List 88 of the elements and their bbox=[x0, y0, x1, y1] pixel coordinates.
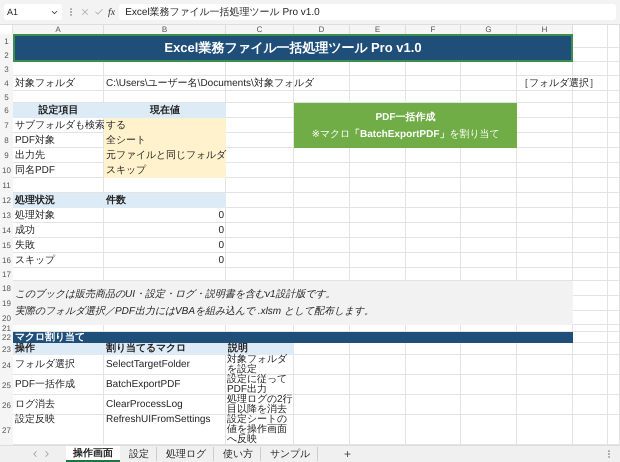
row-header[interactable]: 21 bbox=[0, 325, 13, 332]
folder-select-link[interactable]: ［フォルダ選択］ bbox=[517, 76, 608, 91]
table-cell-text: RefreshUIFromSettings bbox=[105, 415, 212, 427]
row-header[interactable]: 4 bbox=[0, 76, 13, 91]
add-sheet-button[interactable]: + bbox=[320, 447, 376, 461]
row-header[interactable]: 23 bbox=[0, 343, 13, 355]
row-header[interactable]: 1 bbox=[0, 34, 13, 48]
table-cell-text: 対象フォルダを設定 bbox=[226, 355, 288, 375]
table-cell: 処理ログの2行目以降を消去 bbox=[226, 395, 294, 415]
row-header[interactable]: 22 bbox=[0, 332, 13, 343]
row-header[interactable]: 26 bbox=[0, 395, 13, 415]
table-cell-text: 設定反映 bbox=[14, 415, 56, 427]
column-header[interactable]: H bbox=[517, 25, 573, 34]
header-cell: 割り当てるマクロ bbox=[104, 343, 226, 355]
row-header[interactable]: 27 bbox=[0, 415, 13, 445]
column-header[interactable]: B bbox=[104, 25, 226, 34]
table-cell-text: ClearProcessLog bbox=[105, 398, 184, 412]
row-header[interactable]: 5 bbox=[0, 91, 13, 103]
sheet-tab[interactable]: 設定 bbox=[122, 447, 157, 461]
table-cell[interactable]: する bbox=[104, 118, 226, 133]
row-header[interactable]: 13 bbox=[0, 208, 13, 223]
table-cell-text: 対象フォルダ bbox=[14, 76, 76, 90]
row-header[interactable]: 14 bbox=[0, 223, 13, 238]
table-cell-text: 0 bbox=[217, 208, 225, 222]
note-text: 実際のフォルダ選択／PDF出力にはVBAを組み込んで .xlsm として配布します。 bbox=[15, 304, 375, 319]
table-cell-text: サブフォルダも検索 bbox=[14, 118, 104, 132]
check-icon[interactable] bbox=[94, 7, 104, 17]
table-cell-text: SelectTargetFolder bbox=[105, 358, 191, 372]
header-cell: 処理状況 bbox=[13, 193, 104, 208]
table-cell[interactable]: 元ファイルと同じフォルダ bbox=[104, 148, 226, 163]
row-header[interactable]: 10 bbox=[0, 163, 13, 178]
table-cell-text: PDF対象 bbox=[14, 134, 56, 148]
table-cell-text: 成功 bbox=[14, 224, 36, 238]
table-cell-text: BatchExportPDF bbox=[105, 378, 182, 392]
column-header[interactable]: A bbox=[13, 25, 104, 34]
row-header[interactable]: 16 bbox=[0, 253, 13, 268]
table-cell-text: PDF一括作成 bbox=[14, 378, 76, 392]
table-cell-text: 0 bbox=[217, 238, 225, 252]
note-text: このブックは販売商品のUI・設定・ログ・説明書を含むv1設計版です。 bbox=[15, 288, 337, 302]
header-cell: 操作 bbox=[13, 343, 104, 355]
title-banner: Excel業務ファイル一括処理ツール Pro v1.0 bbox=[13, 34, 573, 62]
name-box[interactable]: A1 bbox=[4, 4, 62, 20]
row-header[interactable]: 8 bbox=[0, 133, 13, 148]
table-cell-text: フォルダ選択 bbox=[14, 358, 76, 372]
table-cell-text: 0 bbox=[217, 224, 225, 238]
section-header: マクロ割り当て bbox=[13, 332, 573, 343]
row-header[interactable]: 17 bbox=[0, 268, 13, 281]
formula-field[interactable]: Excel業務ファイル一括処理ツール Pro v1.0 bbox=[119, 4, 616, 20]
header-cell: 件数 bbox=[104, 193, 226, 208]
table-cell-text: 出力先 bbox=[14, 148, 46, 162]
column-header[interactable]: G bbox=[461, 25, 517, 34]
row-header[interactable]: 2 bbox=[0, 48, 13, 62]
row-header[interactable]: 15 bbox=[0, 238, 13, 253]
table-cell-text: 処理対象 bbox=[14, 208, 56, 222]
function-button[interactable]: fx bbox=[108, 6, 116, 18]
table-cell-text: C:\Users\ユーザー名\Documents\対象フォルダ bbox=[105, 76, 316, 90]
table-cell[interactable]: スキップ bbox=[104, 163, 226, 178]
row-header[interactable]: 18 bbox=[0, 281, 13, 296]
table-cell-text: スキップ bbox=[14, 254, 56, 268]
row-header[interactable]: 7 bbox=[0, 118, 13, 133]
sheet-tab[interactable]: 操作画面 bbox=[66, 446, 120, 462]
row-header[interactable]: 20 bbox=[0, 311, 13, 325]
header-cell: 設定項目 bbox=[13, 103, 104, 118]
table-cell-text: 設定に従ってPDF出力 bbox=[226, 375, 287, 395]
row-header[interactable]: 11 bbox=[0, 178, 13, 193]
sheet-tab[interactable]: 使い方 bbox=[216, 447, 261, 461]
column-header[interactable]: F bbox=[406, 25, 461, 34]
row-header[interactable]: 25 bbox=[0, 375, 13, 395]
row-header[interactable]: 9 bbox=[0, 148, 13, 163]
column-header[interactable]: C bbox=[226, 25, 294, 34]
table-cell-text: ログ消去 bbox=[14, 398, 56, 412]
row-header[interactable]: 6 bbox=[0, 103, 13, 118]
row-header[interactable]: 12 bbox=[0, 193, 13, 208]
column-header[interactable]: E bbox=[350, 25, 406, 34]
row-header[interactable]: 24 bbox=[0, 355, 13, 375]
sheet-tab[interactable]: サンプル bbox=[263, 447, 318, 461]
table-cell[interactable]: 全シート bbox=[104, 133, 226, 148]
cancel-icon[interactable] bbox=[80, 7, 90, 17]
table-cell-text: 0 bbox=[217, 254, 225, 268]
header-cell: 説明 bbox=[226, 343, 294, 355]
table-cell-text: 同名PDF bbox=[14, 164, 56, 178]
header-cell: 現在値 bbox=[104, 103, 226, 118]
sheet-tab[interactable]: 処理ログ bbox=[159, 447, 214, 461]
row-header[interactable]: 3 bbox=[0, 62, 13, 76]
table-cell-text: 設定シートの値を操作画面へ反映 bbox=[226, 415, 288, 445]
column-header[interactable]: D bbox=[294, 25, 350, 34]
table-cell-text: 失敗 bbox=[14, 238, 36, 252]
row-header[interactable]: 19 bbox=[0, 296, 13, 311]
